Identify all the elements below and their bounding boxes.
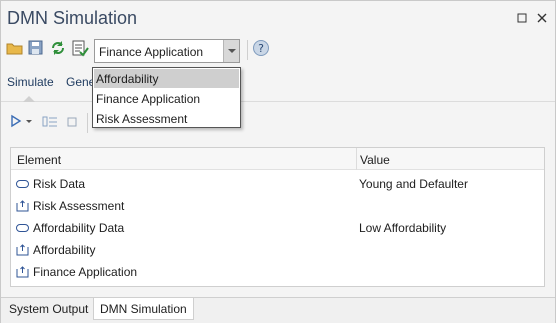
input-data-icon bbox=[16, 222, 29, 234]
dmn-simulation-window: DMN Simulation Finance Application ? Sim… bbox=[0, 0, 556, 323]
element-name: Risk Data bbox=[33, 177, 86, 191]
tab-system-output[interactable]: System Output bbox=[3, 298, 94, 320]
save-icon[interactable] bbox=[27, 39, 45, 57]
tab-generate[interactable]: Gene bbox=[66, 75, 95, 89]
bottom-tab-strip: System Output DMN Simulation bbox=[1, 297, 555, 323]
element-value[interactable]: Low Affordability bbox=[359, 221, 446, 235]
simulation-grid: Element Value Risk Data Young and Defaul… bbox=[10, 147, 545, 287]
help-icon[interactable]: ? bbox=[252, 39, 270, 57]
main-toolbar: Finance Application ? bbox=[1, 36, 555, 64]
tab-dmn-simulation[interactable]: DMN Simulation bbox=[93, 298, 194, 320]
dropdown-option[interactable]: Affordability bbox=[94, 69, 239, 88]
tab-strip: Simulate Gene bbox=[1, 71, 555, 101]
restore-icon[interactable] bbox=[516, 13, 528, 25]
title-bar: DMN Simulation bbox=[1, 1, 555, 33]
element-select[interactable]: Finance Application bbox=[94, 39, 240, 63]
svg-text:?: ? bbox=[258, 42, 264, 55]
decision-icon bbox=[16, 266, 29, 278]
toolbar-divider bbox=[247, 40, 248, 60]
window-title: DMN Simulation bbox=[7, 8, 138, 28]
element-dropdown-list: Affordability Finance Application Risk A… bbox=[92, 67, 241, 128]
close-icon[interactable] bbox=[536, 13, 548, 25]
chevron-down-icon[interactable] bbox=[223, 40, 239, 62]
input-data-icon bbox=[16, 178, 29, 190]
column-divider[interactable] bbox=[356, 148, 357, 170]
element-value[interactable]: Young and Defaulter bbox=[359, 177, 468, 191]
element-name: Finance Application bbox=[33, 265, 138, 279]
decision-icon bbox=[16, 244, 29, 256]
step-icon[interactable] bbox=[41, 113, 59, 131]
element-name: Affordability bbox=[33, 243, 96, 257]
element-select-value: Finance Application bbox=[99, 45, 204, 59]
dropdown-option[interactable]: Risk Assessment bbox=[94, 109, 239, 128]
table-row[interactable]: Affordability Data Low Affordability bbox=[11, 217, 544, 239]
table-row[interactable]: Risk Data Young and Defaulter bbox=[11, 173, 544, 195]
table-row[interactable]: Finance Application bbox=[11, 261, 544, 283]
tab-simulate[interactable]: Simulate bbox=[7, 75, 54, 89]
element-name: Risk Assessment bbox=[33, 199, 125, 213]
column-header-value[interactable]: Value bbox=[360, 153, 390, 167]
column-header-element[interactable]: Element bbox=[17, 153, 61, 167]
validate-icon[interactable] bbox=[71, 39, 89, 57]
stop-icon[interactable] bbox=[65, 115, 83, 133]
active-tab-indicator bbox=[23, 96, 35, 102]
table-row[interactable]: Risk Assessment bbox=[11, 195, 544, 217]
table-row[interactable]: Affordability bbox=[11, 239, 544, 261]
simulation-toolbar bbox=[1, 111, 555, 135]
open-folder-icon[interactable] bbox=[6, 39, 24, 57]
element-name: Affordability Data bbox=[33, 221, 125, 235]
toolbar-divider bbox=[87, 113, 88, 133]
dropdown-option[interactable]: Finance Application bbox=[94, 89, 239, 108]
decision-icon bbox=[16, 200, 29, 212]
grid-header: Element Value bbox=[11, 148, 544, 170]
tab-divider bbox=[1, 101, 555, 102]
refresh-icon[interactable] bbox=[49, 39, 67, 57]
